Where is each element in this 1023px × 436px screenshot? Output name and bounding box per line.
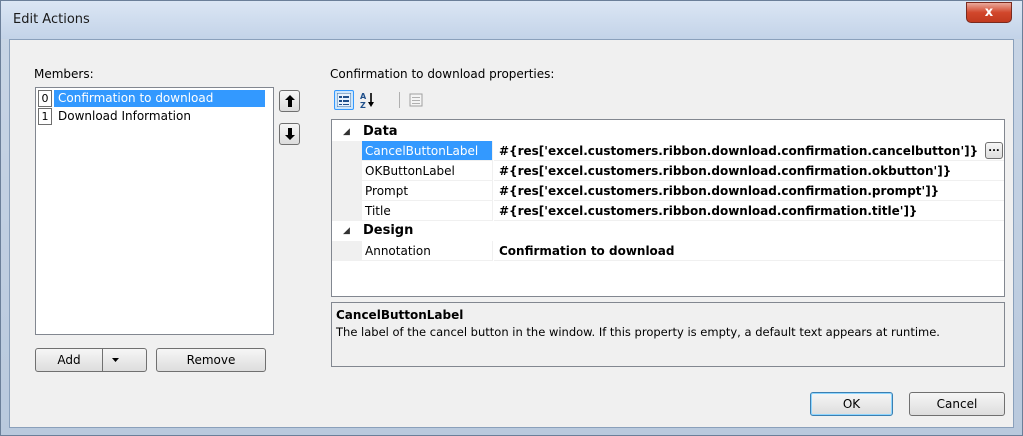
remove-button-label: Remove xyxy=(186,353,236,367)
ok-button-label: OK xyxy=(842,397,861,411)
property-row[interactable]: Annotation Confirmation to download xyxy=(332,241,1004,261)
remove-button[interactable]: Remove xyxy=(156,348,266,372)
arrow-up-icon xyxy=(284,95,295,107)
category-design[interactable]: ◢ Design xyxy=(332,221,1004,241)
property-value[interactable]: #{res['excel.customers.ribbon.download.c… xyxy=(494,141,1004,161)
description-pane: CancelButtonLabel The label of the cance… xyxy=(331,302,1005,367)
close-button[interactable]: x xyxy=(966,2,1012,23)
property-value[interactable]: #{res['excel.customers.ribbon.download.c… xyxy=(494,201,1004,221)
description-text: The label of the cancel button in the wi… xyxy=(336,325,940,339)
property-toolbar: A Z xyxy=(331,88,441,114)
property-grid[interactable]: ◢ Data CancelButtonLabel #{res['excel.cu… xyxy=(331,119,1005,297)
member-index: 0 xyxy=(38,90,52,107)
svg-text:Z: Z xyxy=(360,101,366,109)
property-row[interactable]: Title #{res['excel.customers.ribbon.down… xyxy=(332,201,1004,221)
category-label: Design xyxy=(363,223,414,238)
property-name[interactable]: OKButtonLabel xyxy=(362,161,493,181)
move-up-button[interactable] xyxy=(279,90,300,112)
add-dropdown-arrow[interactable] xyxy=(102,349,128,371)
members-label: Members: xyxy=(34,67,94,81)
move-down-button[interactable] xyxy=(279,123,300,145)
cancel-button[interactable]: Cancel xyxy=(909,392,1005,416)
categorized-button[interactable] xyxy=(334,90,354,110)
property-row[interactable]: OKButtonLabel #{res['excel.customers.rib… xyxy=(332,161,1004,181)
member-label: Confirmation to download xyxy=(54,90,265,107)
alphabetical-button[interactable]: A Z xyxy=(358,90,378,110)
list-item[interactable]: 1 Download Information xyxy=(37,108,272,125)
property-value[interactable]: #{res['excel.customers.ribbon.download.c… xyxy=(494,181,1004,201)
property-pages-icon xyxy=(409,93,423,107)
add-split-button[interactable]: Add xyxy=(35,348,147,372)
property-name[interactable]: Prompt xyxy=(362,181,493,201)
ellipsis-button[interactable]: ... xyxy=(985,142,1003,159)
member-label: Download Information xyxy=(58,109,191,123)
edit-actions-dialog: Edit Actions x Members: 0 Confirmation t… xyxy=(0,0,1023,436)
row-gutter xyxy=(332,181,362,201)
collapse-icon[interactable]: ◢ xyxy=(343,226,350,236)
toolbar-separator xyxy=(399,92,400,108)
row-gutter xyxy=(332,201,362,221)
property-name[interactable]: CancelButtonLabel xyxy=(362,141,493,161)
close-icon: x xyxy=(984,5,994,20)
ok-button[interactable]: OK xyxy=(810,392,893,416)
category-label: Data xyxy=(363,124,398,139)
row-gutter xyxy=(332,141,362,161)
property-value[interactable]: Confirmation to download xyxy=(494,241,1004,261)
row-gutter xyxy=(332,241,362,261)
row-gutter xyxy=(332,161,362,181)
collapse-icon[interactable]: ◢ xyxy=(343,127,350,137)
property-row[interactable]: CancelButtonLabel #{res['excel.customers… xyxy=(332,141,1004,161)
window-title: Edit Actions xyxy=(13,12,90,27)
svg-text:A: A xyxy=(360,92,367,101)
arrow-down-icon xyxy=(284,128,295,140)
title-bar[interactable]: Edit Actions x xyxy=(1,1,1022,39)
properties-label: Confirmation to download properties: xyxy=(330,67,555,81)
description-title: CancelButtonLabel xyxy=(336,308,464,322)
sort-alphabetical-icon: A Z xyxy=(360,92,374,109)
property-name[interactable]: Title xyxy=(362,201,493,221)
category-data[interactable]: ◢ Data xyxy=(332,122,1004,142)
property-value[interactable]: #{res['excel.customers.ribbon.download.c… xyxy=(494,161,1004,181)
list-item[interactable]: 0 Confirmation to download xyxy=(37,90,272,107)
add-button-label: Add xyxy=(57,353,81,367)
chevron-down-icon xyxy=(112,358,119,362)
categorized-icon xyxy=(337,93,351,107)
members-list[interactable]: 0 Confirmation to download 1 Download In… xyxy=(35,87,274,335)
property-name[interactable]: Annotation xyxy=(362,241,493,261)
member-index: 1 xyxy=(38,108,52,125)
property-row[interactable]: Prompt #{res['excel.customers.ribbon.dow… xyxy=(332,181,1004,201)
cancel-button-label: Cancel xyxy=(936,397,978,411)
property-pages-button[interactable] xyxy=(406,90,426,110)
